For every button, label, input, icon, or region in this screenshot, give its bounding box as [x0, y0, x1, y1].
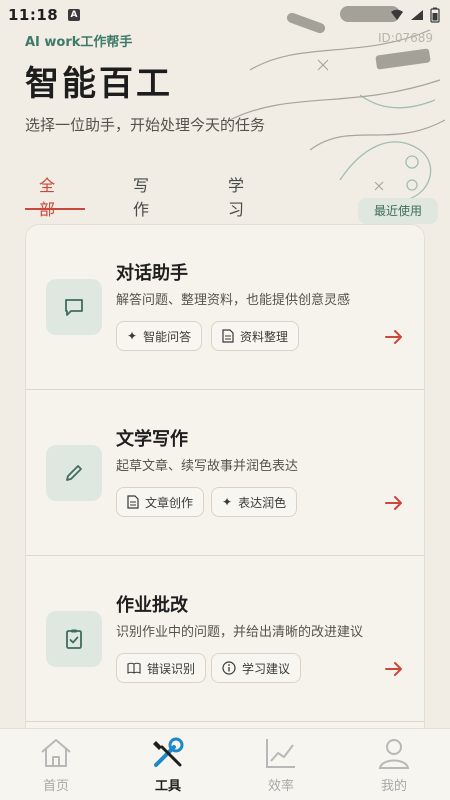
signal-icon	[411, 10, 423, 20]
sparkle-icon: ✦	[222, 495, 233, 509]
arrow-right-icon[interactable]	[384, 327, 404, 347]
card-description: 解答问题、整理资料，也能提供创意灵感	[116, 293, 351, 308]
status-icons	[390, 7, 440, 23]
document-icon	[127, 495, 139, 509]
app-screen: 11:18 A AI work工作帮手 ID:07689 智能百工 选择一位助手…	[0, 0, 450, 800]
card-title: 对话助手	[116, 263, 188, 284]
tab-label: 写作	[133, 176, 150, 219]
device-id: ID:07689	[378, 31, 433, 45]
wifi-icon	[391, 9, 403, 20]
chip-label: 学习建议	[242, 661, 291, 676]
page-subtitle: 选择一位助手，开始处理今天的任务	[25, 116, 266, 134]
recently-used-badge: 最近使用	[358, 198, 438, 224]
notification-a-icon: A	[68, 9, 80, 21]
page-title: 智能百工	[25, 64, 173, 104]
sparkle-icon: ✦	[127, 329, 138, 343]
arrow-right-icon[interactable]	[384, 493, 404, 513]
chip-label: 资料整理	[240, 329, 289, 344]
info-icon	[222, 661, 236, 675]
nav-label: 效率	[267, 779, 294, 794]
pencil-icon	[46, 445, 102, 501]
card-title: 文学写作	[116, 429, 188, 450]
bottom-navigation: 首页 工具 效率 我的	[0, 728, 450, 800]
tab-writing[interactable]: 写作	[133, 172, 150, 219]
tab-study[interactable]: 学习	[228, 172, 245, 219]
card-description: 起草文章、续写故事并润色表达	[116, 459, 299, 474]
card-description: 识别作业中的问题，并给出清晰的改进建议	[116, 625, 364, 640]
status-bar: 11:18 A	[0, 0, 450, 30]
nav-efficiency[interactable]: 效率	[225, 729, 337, 800]
battery-icon	[430, 7, 440, 23]
nav-label: 我的	[380, 779, 407, 794]
nav-tools[interactable]: 工具	[112, 729, 224, 800]
chip-study-advice[interactable]: 学习建议	[211, 653, 302, 683]
nav-label: 首页	[42, 779, 69, 794]
assistant-card-homework[interactable]: 作业批改 识别作业中的问题，并给出清晰的改进建议 错误识别 学习建议	[26, 557, 424, 722]
chip-label: 智能问答	[143, 329, 192, 344]
assistant-card-chat[interactable]: 对话助手 解答问题、整理资料，也能提供创意灵感 ✦ 智能问答 资料整理	[26, 225, 424, 390]
chat-icon	[46, 279, 102, 335]
user-icon	[378, 739, 410, 769]
book-icon	[127, 662, 141, 674]
chip-error-detection[interactable]: 错误识别	[116, 653, 207, 683]
status-time: 11:18	[8, 6, 59, 24]
document-icon	[222, 329, 234, 343]
chip-article-creation[interactable]: 文章创作	[116, 487, 205, 517]
nav-home[interactable]: 首页	[0, 729, 112, 800]
chip-label: 表达润色	[238, 495, 287, 510]
tools-icon	[153, 737, 184, 767]
chart-icon	[266, 739, 295, 768]
chip-label: 文章创作	[145, 495, 194, 510]
chip-data-organize[interactable]: 资料整理	[211, 321, 300, 351]
assistant-card-writing[interactable]: 文学写作 起草文章、续写故事并润色表达 文章创作 ✦ 表达润色	[26, 391, 424, 556]
nav-profile[interactable]: 我的	[338, 729, 450, 800]
nav-label: 工具	[154, 779, 181, 794]
app-brand-tag: AI work工作帮手	[25, 35, 133, 50]
clipboard-check-icon	[46, 611, 102, 667]
tab-active-indicator	[25, 208, 85, 210]
chip-smart-qa[interactable]: ✦ 智能问答	[116, 321, 203, 351]
home-icon	[41, 739, 71, 767]
chip-polish-expression[interactable]: ✦ 表达润色	[211, 487, 298, 517]
tab-label: 学习	[228, 176, 245, 219]
tab-label: 全部	[39, 176, 56, 219]
chip-label: 错误识别	[147, 661, 196, 676]
card-title: 作业批改	[116, 595, 188, 616]
assistant-list: 对话助手 解答问题、整理资料，也能提供创意灵感 ✦ 智能问答 资料整理 文学写作…	[25, 224, 425, 744]
arrow-right-icon[interactable]	[384, 659, 404, 679]
